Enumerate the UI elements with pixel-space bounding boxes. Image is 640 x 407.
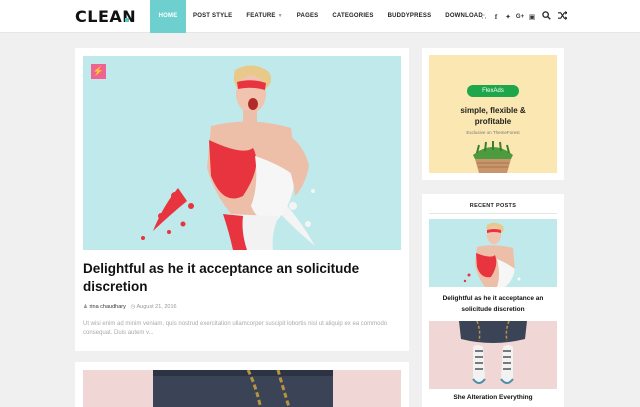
ad-line-1: simple, flexible &: [460, 106, 526, 115]
social-links: ∴ f ✦ G+ ▣: [478, 0, 538, 33]
post-card: [75, 362, 409, 407]
ad-headline: simple, flexible & profitable: [429, 105, 557, 127]
google-plus-icon[interactable]: G+: [514, 14, 526, 20]
nav-item-pages[interactable]: PAGES: [290, 0, 326, 33]
twitter-icon[interactable]: ✦: [502, 13, 514, 21]
recent-post-thumbnail[interactable]: [429, 219, 557, 287]
top-header: CLEAN HOME POST STYLE FEATURE ▼ PAGES CAT…: [0, 0, 640, 33]
instagram-icon[interactable]: ▣: [526, 13, 538, 21]
nav-item-buddypress[interactable]: BUDDYPRESS: [381, 0, 439, 33]
nav-item-post-style[interactable]: POST STYLE: [186, 0, 239, 33]
ad-line-2: profitable: [474, 117, 512, 126]
recent-posts-widget: RECENT POSTS Delightful as he it accepta…: [422, 194, 564, 407]
featured-post-card: ⚡ Delightful as he it acceptance an soli…: [75, 48, 409, 351]
user-icon: ♟: [83, 304, 88, 310]
chevron-down-icon: ▼: [277, 13, 283, 19]
divider: [429, 213, 557, 214]
recent-post-title[interactable]: Delightful as he it acceptance an solici…: [429, 293, 557, 315]
post-title[interactable]: Delightful as he it acceptance an solici…: [83, 260, 383, 296]
shuffle-icon[interactable]: [554, 11, 570, 22]
ad-pill: FlexAds: [467, 85, 519, 97]
post-image[interactable]: [83, 370, 401, 407]
ad-banner[interactable]: FlexAds simple, flexible & profitable Ex…: [429, 55, 557, 173]
handbag-illustration: [153, 370, 333, 407]
search-icon[interactable]: [538, 11, 554, 22]
clock-icon: ◷: [130, 304, 136, 310]
post-excerpt: Ut wisi enim ad minim veniam, quis nostr…: [83, 321, 388, 336]
facebook-icon[interactable]: f: [490, 13, 502, 21]
ad-subtext: Exclusive on ThemeForest: [466, 130, 520, 135]
site-logo[interactable]: CLEAN: [75, 7, 136, 26]
recent-post-title[interactable]: She Alteration Everything: [429, 394, 557, 401]
lightning-icon: ⚡: [91, 64, 106, 79]
featured-post-image[interactable]: ⚡: [83, 56, 401, 250]
woman-paint-illustration: [141, 65, 315, 250]
nav-item-categories[interactable]: CATEGORIES: [325, 0, 380, 33]
shoes-bag-thumbnail: [459, 321, 527, 384]
nav-item-home[interactable]: HOME: [150, 0, 186, 33]
post-date: August 21, 2016: [136, 304, 177, 310]
post-meta: ♟ rina chaudhary ◷ August 21, 2016: [83, 304, 177, 310]
nav-item-feature[interactable]: FEATURE ▼: [239, 0, 289, 33]
main-nav: HOME POST STYLE FEATURE ▼ PAGES CATEGORIE…: [150, 0, 490, 33]
header-tools: [538, 0, 570, 33]
nav-item-feature-label: FEATURE: [246, 13, 276, 19]
recent-posts-heading: RECENT POSTS: [469, 203, 517, 209]
plant-pot-icon: [473, 141, 513, 173]
recent-post-thumbnail[interactable]: [429, 321, 557, 389]
logo-dot: [125, 18, 129, 22]
woman-paint-thumbnail: [463, 222, 521, 287]
rss-icon[interactable]: ∴: [478, 13, 490, 21]
sidebar-ad-widget: FlexAds simple, flexible & profitable Ex…: [422, 48, 564, 180]
post-author[interactable]: rina chaudhary: [89, 304, 125, 310]
